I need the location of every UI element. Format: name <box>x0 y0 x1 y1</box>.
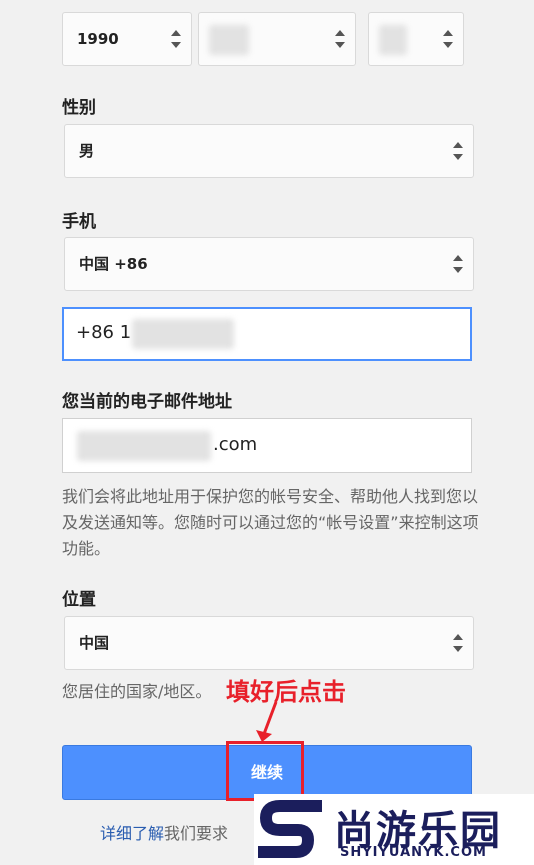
redacted-blur <box>132 319 234 349</box>
phone-country-value: 中国 +86 <box>79 255 148 273</box>
birth-year-select[interactable]: 1990 <box>62 12 192 66</box>
email-help-text: 我们会将此地址用于保护您的帐号安全、帮助他人找到您以及发送通知等。您随时可以通过… <box>62 487 479 558</box>
gender-label: 性别 <box>62 98 96 118</box>
birth-day-select[interactable] <box>368 12 464 66</box>
phone-country-select[interactable]: 中国 +86 <box>64 237 474 291</box>
location-value: 中国 <box>79 634 110 652</box>
learn-more-link[interactable]: 详细了解 <box>100 824 164 843</box>
select-arrows-icon <box>453 142 463 160</box>
redacted-blur <box>379 25 407 55</box>
phone-label: 手机 <box>62 212 96 232</box>
annotation-text: 填好后点击 <box>226 678 346 706</box>
select-arrows-icon <box>171 30 181 48</box>
location-label: 位置 <box>62 590 96 610</box>
email-input[interactable]: .com <box>62 418 472 473</box>
annotation-arrow-icon <box>256 701 278 742</box>
annotation-highlight-box <box>226 741 304 801</box>
footer-requirement-text: 我们要求 <box>164 824 229 843</box>
birth-year-value: 1990 <box>77 30 119 48</box>
birth-month-select[interactable] <box>198 12 356 66</box>
watermark-logo-icon <box>258 800 322 858</box>
phone-number-value: +86 1 <box>76 322 132 343</box>
select-arrows-icon <box>453 255 463 273</box>
select-arrows-icon <box>443 30 453 48</box>
email-suffix: .com <box>213 434 258 455</box>
gender-select[interactable]: 男 <box>64 124 474 178</box>
gender-value: 男 <box>79 142 95 160</box>
select-arrows-icon <box>453 634 463 652</box>
redacted-blur <box>209 25 249 55</box>
watermark: 尚游乐园 SHYIYUANYK.COM <box>254 794 534 865</box>
watermark-url: SHYIYUANYK.COM <box>340 845 487 860</box>
footer-text: 详细了解我们要求 <box>100 820 228 844</box>
redacted-blur <box>77 431 211 461</box>
email-label: 您当前的电子邮件地址 <box>62 392 232 412</box>
phone-number-input[interactable]: +86 1 <box>62 307 472 361</box>
select-arrows-icon <box>335 30 345 48</box>
location-select[interactable]: 中国 <box>64 616 474 670</box>
